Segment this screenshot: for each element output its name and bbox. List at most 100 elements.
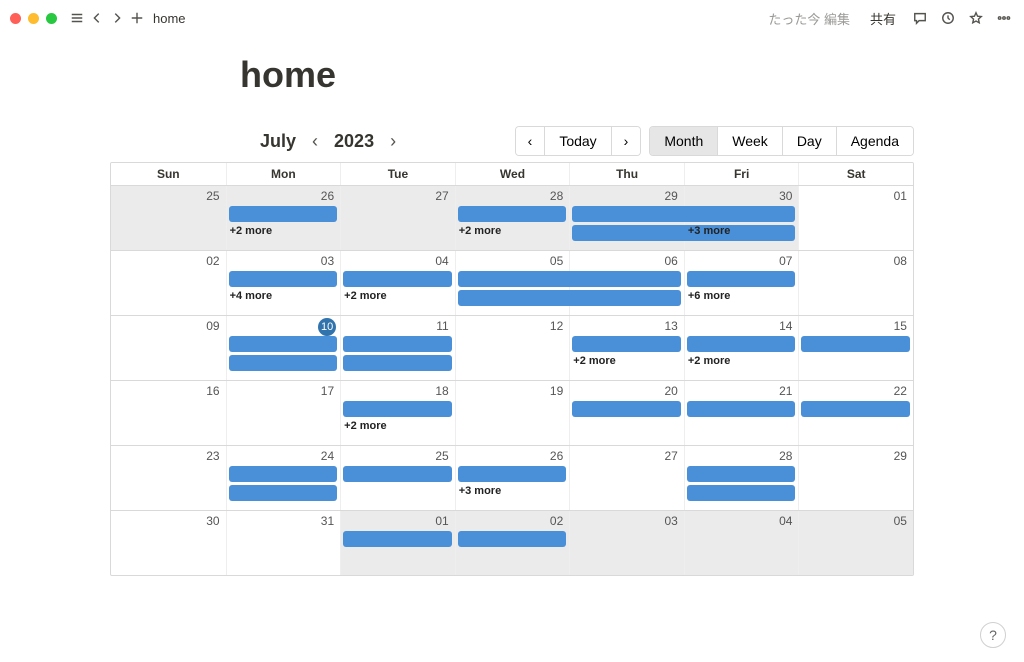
day-cell[interactable]: 09 [111,316,226,380]
close-window-button[interactable] [10,13,21,24]
day-cell[interactable]: 16 [111,381,226,445]
sidebar-menu-icon[interactable] [67,8,87,28]
more-events-link[interactable]: +2 more [459,225,502,237]
calendar-event[interactable] [229,271,338,287]
day-cell[interactable]: 27 [340,186,455,250]
more-events-link[interactable]: +2 more [688,355,731,367]
next-month-button[interactable]: › [384,131,402,152]
day-cell[interactable]: 01 [798,186,913,250]
calendar-event[interactable] [572,225,795,241]
more-events-link[interactable]: +3 more [688,225,731,237]
help-button[interactable]: ? [980,622,1006,648]
day-number: 24 [321,449,334,463]
calendar-event[interactable] [458,531,567,547]
day-cell[interactable]: 23 [111,446,226,510]
forward-icon[interactable] [107,8,127,28]
day-cell[interactable]: 04 [684,511,799,575]
nav-next-button[interactable]: › [611,127,641,155]
calendar-event[interactable] [229,206,338,222]
calendar-event[interactable] [229,466,338,482]
new-page-icon[interactable] [127,8,147,28]
updates-icon[interactable] [938,8,958,28]
dow-mon: Mon [226,163,341,185]
calendar-view-group: Month Week Day Agenda [649,126,914,156]
day-number-today: 10 [318,318,336,336]
calendar-event[interactable] [458,206,567,222]
day-cell[interactable]: 19 [455,381,570,445]
calendar-event[interactable] [572,401,681,417]
day-cell[interactable]: 12 [455,316,570,380]
calendar-event[interactable] [458,271,681,287]
day-cell[interactable]: 02 [111,251,226,315]
calendar-event[interactable] [687,401,796,417]
favorite-icon[interactable] [966,8,986,28]
day-cell[interactable]: 25 [111,186,226,250]
calendar-week: 30310102030405 [111,510,913,575]
calendar-event[interactable] [229,485,338,501]
day-number: 27 [435,189,448,203]
day-cell[interactable]: 08 [798,251,913,315]
day-cell[interactable]: 29 [798,446,913,510]
view-day-button[interactable]: Day [782,127,836,155]
more-events-link[interactable]: +4 more [230,290,273,302]
calendar-event[interactable] [343,336,452,352]
day-number: 06 [664,254,677,268]
nav-prev-button[interactable]: ‹ [516,127,545,155]
calendar-event[interactable] [343,271,452,287]
calendar-event[interactable] [229,355,338,371]
more-events-link[interactable]: +2 more [230,225,273,237]
prev-month-button[interactable]: ‹ [306,131,324,152]
dow-sun: Sun [111,163,226,185]
day-number: 13 [664,319,677,333]
calendar-event[interactable] [343,531,452,547]
calendar-event[interactable] [229,336,338,352]
calendar-event[interactable] [687,466,796,482]
page-title[interactable]: home [240,54,914,96]
day-cell[interactable]: 30 [111,511,226,575]
calendar-event[interactable] [458,466,567,482]
more-events-link[interactable]: +6 more [688,290,731,302]
calendar-week: 09101112131415+2 more+2 more [111,315,913,380]
day-cell[interactable]: 27 [569,446,684,510]
more-events-link[interactable]: +2 more [344,290,387,302]
day-number: 05 [550,254,563,268]
calendar-event[interactable] [687,336,796,352]
calendar-event[interactable] [572,206,795,222]
calendar-event[interactable] [687,271,796,287]
dow-tue: Tue [340,163,455,185]
day-number: 07 [779,254,792,268]
calendar-event[interactable] [343,355,452,371]
breadcrumb[interactable]: home [153,11,186,26]
day-number: 03 [664,514,677,528]
share-button[interactable]: 共有 [870,9,896,28]
day-cell[interactable]: 05 [798,511,913,575]
calendar-event[interactable] [572,336,681,352]
view-agenda-button[interactable]: Agenda [836,127,913,155]
calendar-event[interactable] [801,336,910,352]
calendar-event[interactable] [343,401,452,417]
more-events-link[interactable]: +2 more [344,420,387,432]
view-month-button[interactable]: Month [650,127,717,155]
more-events-link[interactable]: +3 more [459,485,502,497]
calendar-event[interactable] [343,466,452,482]
day-of-week-header: Sun Mon Tue Wed Thu Fri Sat [111,163,913,185]
day-cell[interactable]: 17 [226,381,341,445]
last-edited-status: たった今 編集 [768,9,850,28]
nav-today-button[interactable]: Today [544,127,610,155]
back-icon[interactable] [87,8,107,28]
view-week-button[interactable]: Week [717,127,782,155]
calendar-event[interactable] [458,290,681,306]
day-number: 30 [206,514,219,528]
topbar-right: たった今 編集 共有 [762,8,1014,28]
calendar-year-label: 2023 [334,131,374,152]
day-number: 22 [894,384,907,398]
calendar-event[interactable] [687,485,796,501]
maximize-window-button[interactable] [46,13,57,24]
comments-icon[interactable] [910,8,930,28]
calendar-event[interactable] [801,401,910,417]
minimize-window-button[interactable] [28,13,39,24]
day-cell[interactable]: 31 [226,511,341,575]
day-cell[interactable]: 03 [569,511,684,575]
more-icon[interactable] [994,8,1014,28]
more-events-link[interactable]: +2 more [573,355,616,367]
